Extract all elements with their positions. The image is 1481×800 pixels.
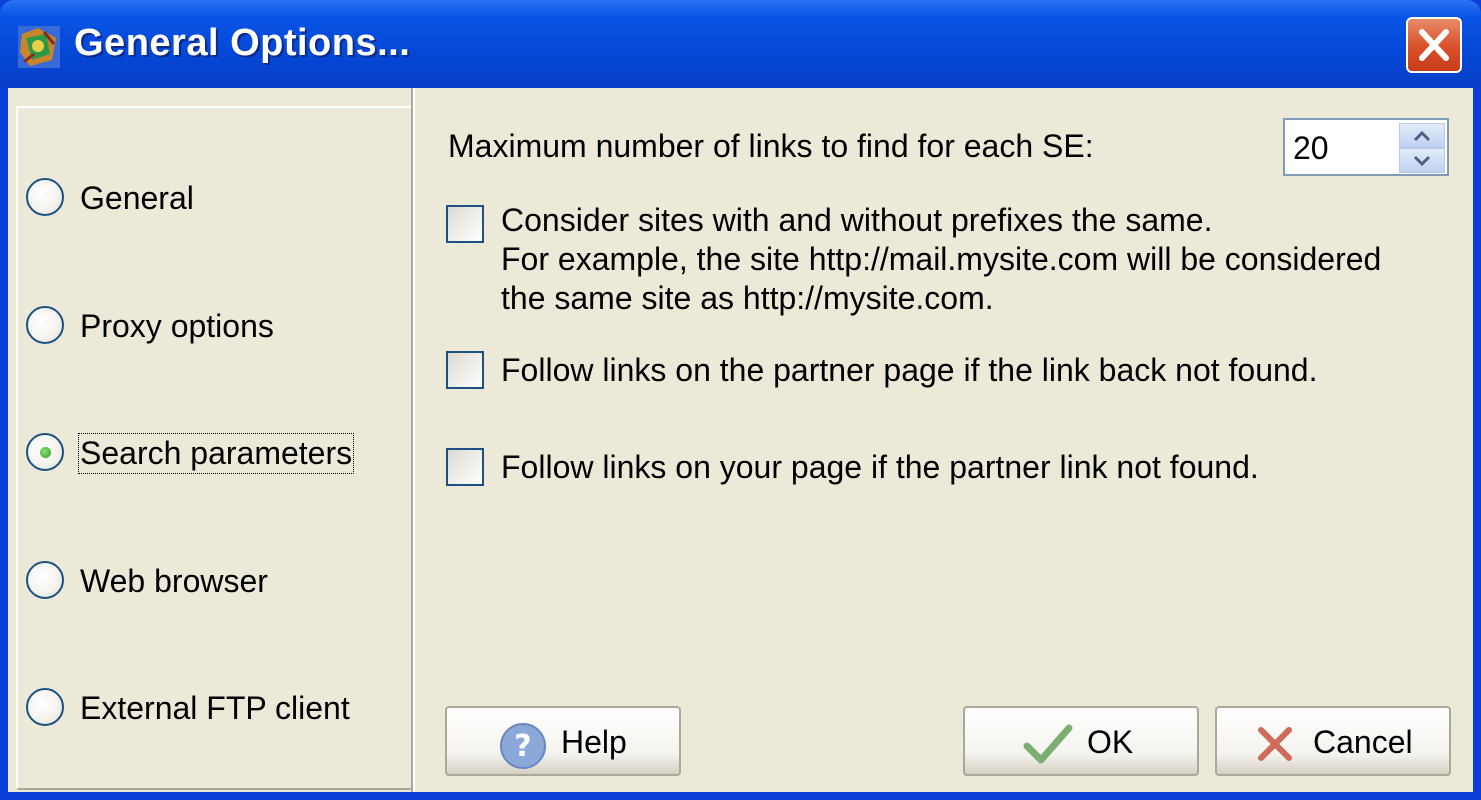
dialog-window: General Options... General Proxy options… bbox=[0, 0, 1481, 800]
help-button[interactable]: ? Help bbox=[445, 706, 681, 776]
dialog-client-area: General Proxy options Search parameters … bbox=[8, 88, 1473, 792]
checkmark-icon bbox=[1023, 724, 1073, 764]
ok-button[interactable]: OK bbox=[963, 706, 1199, 776]
max-links-value[interactable]: 20 bbox=[1293, 130, 1329, 167]
sidebar-item-label: Search parameters bbox=[77, 433, 355, 474]
close-icon bbox=[1419, 29, 1449, 61]
ok-button-label: OK bbox=[1087, 724, 1134, 760]
svg-text:?: ? bbox=[514, 729, 531, 764]
radio-general[interactable] bbox=[26, 178, 64, 216]
sidebar-item-label: General bbox=[80, 180, 194, 216]
chevron-down-icon bbox=[1413, 155, 1431, 166]
max-links-label: Maximum number of links to find for each… bbox=[448, 128, 1094, 164]
chevron-up-icon bbox=[1413, 130, 1431, 141]
consider-prefixes-label: Consider sites with and without prefixes… bbox=[501, 201, 1381, 318]
spin-up-button[interactable] bbox=[1399, 123, 1445, 148]
option-text-line: the same site as http://mysite.com. bbox=[501, 280, 994, 316]
window-title: General Options... bbox=[74, 22, 411, 64]
follow-partner-links-label: Follow links on the partner page if the … bbox=[501, 352, 1318, 388]
cancel-button[interactable]: Cancel bbox=[1215, 706, 1451, 776]
max-links-spinner[interactable]: 20 bbox=[1283, 118, 1449, 176]
sidebar-item-label: Web browser bbox=[80, 563, 268, 599]
option-text-line: For example, the site http://mail.mysite… bbox=[501, 241, 1382, 277]
help-button-label: Help bbox=[561, 724, 627, 760]
sidebar-item-label: External FTP client bbox=[80, 690, 350, 726]
radio-proxy-options[interactable] bbox=[26, 306, 64, 344]
radio-external-ftp-client[interactable] bbox=[26, 688, 64, 726]
title-bar[interactable]: General Options... bbox=[0, 0, 1481, 88]
radio-search-parameters[interactable] bbox=[26, 433, 64, 471]
radio-selected-dot bbox=[40, 447, 51, 458]
follow-own-links-label: Follow links on your page if the partner… bbox=[501, 449, 1259, 485]
panel-divider bbox=[411, 88, 415, 792]
close-button[interactable] bbox=[1406, 17, 1462, 73]
radio-web-browser[interactable] bbox=[26, 561, 64, 599]
app-icon bbox=[18, 26, 60, 68]
follow-partner-links-checkbox[interactable] bbox=[446, 351, 484, 389]
spin-down-button[interactable] bbox=[1399, 148, 1445, 173]
option-text-line: Consider sites with and without prefixes… bbox=[501, 202, 1213, 238]
follow-own-links-checkbox[interactable] bbox=[446, 448, 484, 486]
x-icon bbox=[1258, 727, 1292, 761]
consider-prefixes-checkbox[interactable] bbox=[446, 205, 484, 243]
help-icon: ? bbox=[500, 723, 546, 769]
cancel-button-label: Cancel bbox=[1313, 724, 1413, 760]
sidebar-item-label: Proxy options bbox=[80, 308, 274, 344]
